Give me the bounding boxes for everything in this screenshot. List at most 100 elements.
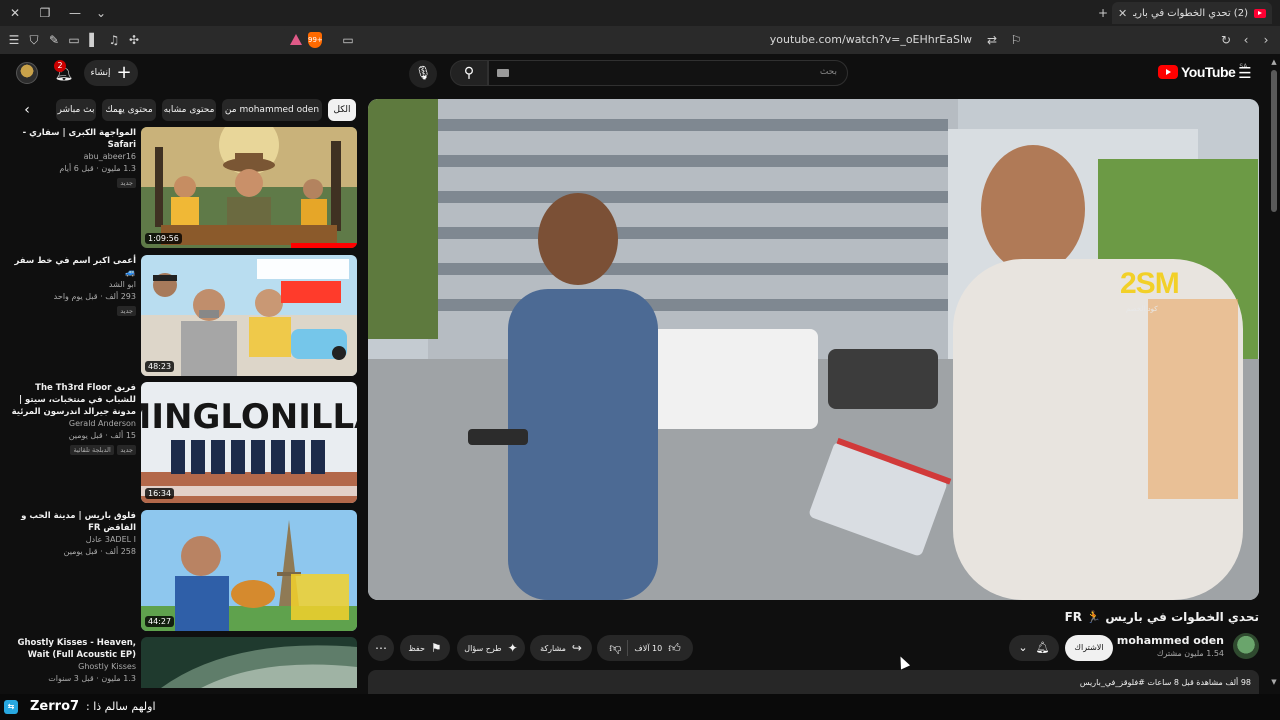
youtube-logo[interactable]: YouTube SA — [1158, 63, 1247, 80]
voice-search-mic-icon[interactable]: 🎙︎ — [409, 60, 437, 88]
tab-title: (2) تحدي الخطوات في باريس — [1133, 7, 1248, 19]
video-thumbnail[interactable]: 48:23 — [141, 255, 357, 376]
wallet-icon[interactable]: ▭ — [66, 31, 82, 49]
list-item[interactable]: 48:23 أعمى اكبر اسم في خط سفر 🚙 ابو الشد… — [0, 255, 360, 377]
bookmark-icon[interactable]: ⚐ — [1008, 31, 1024, 49]
maximize-icon[interactable]: ❐ — [36, 4, 54, 22]
puzzle-icon[interactable]: ✣ — [126, 31, 142, 49]
more-actions-button[interactable]: ⋯ — [368, 635, 394, 661]
video-meta: أعمى اكبر اسم في خط سفر 🚙 ابو الشد 293 أ… — [4, 255, 136, 316]
create-button[interactable]: + إنشاء — [84, 60, 138, 86]
brave-rewards-icon[interactable] — [290, 34, 302, 45]
list-item[interactable]: Ghostly Kisses - Heaven, Wait (Full Acou… — [0, 637, 360, 688]
chip-related[interactable]: محتوى مشابه — [162, 99, 216, 121]
save-label: حفظ — [408, 643, 425, 653]
sidebar-icon[interactable]: ▌ — [86, 31, 102, 49]
scroll-down-icon[interactable]: ▼ — [1270, 678, 1278, 686]
channel-name[interactable]: ابو الشد — [4, 279, 136, 291]
back-icon[interactable]: ‹ — [1238, 31, 1254, 49]
youtube-favicon-icon — [1254, 8, 1266, 18]
page-scrollbar[interactable]: ▲ ▼ — [1270, 58, 1278, 688]
forward-icon[interactable]: › — [1258, 31, 1274, 49]
extension-icon[interactable]: ✎ — [46, 31, 62, 49]
browser-tab-strip: ✕ ❐ — ⌄ + (2) تحدي الخطوات في باريس ✕ — [0, 0, 1280, 26]
video-duration: 16:34 — [145, 488, 175, 499]
video-stats: 258 ألف · قبل يومين — [63, 547, 136, 556]
like-icon[interactable]: 👍︎ — [668, 642, 681, 654]
search-input[interactable]: بحث — [488, 60, 848, 86]
site-settings-icon[interactable]: ⇄ — [984, 31, 1000, 49]
video-title[interactable]: أعمى اكبر اسم في خط سفر 🚙 — [4, 255, 136, 279]
channel-name[interactable]: Gerald Anderson — [4, 418, 136, 430]
ask-button[interactable]: ✦ طرح سؤال — [457, 635, 525, 661]
save-icon: ⚑ — [430, 641, 442, 655]
video-title[interactable]: فريق The Th3rd Floor للشباب في منتخبات، … — [4, 382, 136, 418]
new-badge: جديد — [117, 445, 136, 455]
menu-icon[interactable]: ☰ — [6, 31, 22, 49]
close-window-icon[interactable]: ✕ — [6, 4, 24, 22]
like-dislike-button[interactable]: 👍︎ 10 آلاف 👎︎ — [597, 635, 693, 661]
list-item[interactable]: 1:09:56 المواجهة الكبرى | سفاري - Safari… — [0, 127, 360, 249]
list-item[interactable]: 44:27 فلوق باريس | مدينة الحب و الفاقض F… — [0, 510, 360, 632]
channel-name-main[interactable]: mohammed oden — [1117, 634, 1224, 647]
thumbnail-image — [141, 637, 357, 688]
chevron-left-icon[interactable]: ‹ — [18, 101, 36, 119]
chip-from-channel[interactable]: من mohammed oden — [222, 99, 322, 121]
save-button[interactable]: ⚑ حفظ — [400, 635, 450, 661]
video-title-main: تحدي الخطوات في باريس 🏃 FR — [1064, 610, 1259, 624]
channel-avatar[interactable] — [1233, 633, 1259, 659]
notification-count-badge: 2 — [54, 60, 66, 72]
address-bar[interactable]: 99+ ▭ youtube.com/watch?v=_oEHhrEaSlw ⇄ … — [282, 29, 1034, 51]
search-button[interactable]: ⚲ — [450, 60, 488, 86]
filter-chips: ‹ بث مباشر محتوى يهمك محتوى مشابه من moh… — [14, 99, 358, 121]
account-avatar[interactable] — [16, 62, 38, 84]
chip-all[interactable]: الكل — [328, 99, 356, 121]
chevron-down-icon: ⌄ — [1018, 641, 1028, 654]
video-stats: 293 ألف · قبل يوم واحد — [53, 292, 136, 301]
youtube-masthead: 🔔︎ 2 + إنشاء 🎙︎ ⚲ بحث YouTube SA ☰ — [0, 54, 1280, 94]
search-icon: ⚲ — [463, 65, 475, 81]
scroll-up-icon[interactable]: ▲ — [1270, 58, 1278, 66]
share-button[interactable]: ↪ مشاركة — [530, 635, 592, 661]
chip-live[interactable]: بث مباشر — [56, 99, 96, 121]
video-thumbnail[interactable]: MINGLONILLA 16:34 — [141, 382, 357, 503]
guide-menu-icon[interactable]: ☰ — [1236, 64, 1254, 82]
tab-close-icon[interactable]: ✕ — [1118, 7, 1127, 20]
subscribe-button[interactable]: الاشتراك — [1065, 635, 1113, 661]
notification-toggle-button[interactable]: ⌄ 🔔︎ — [1009, 635, 1059, 661]
new-tab-icon[interactable]: + — [1094, 4, 1112, 22]
channel-name[interactable]: Ghostly Kisses — [4, 661, 136, 673]
list-item[interactable]: MINGLONILLA 16:34 فريق The Th3rd Floor ل… — [0, 382, 360, 508]
channel-name[interactable]: 3ADEL I عادل — [4, 534, 136, 546]
divider — [627, 640, 629, 656]
video-duration: 44:27 — [145, 616, 175, 627]
active-tab[interactable]: (2) تحدي الخطوات في باريس ✕ — [1112, 2, 1272, 24]
reader-mode-icon[interactable]: ▭ — [340, 31, 356, 49]
keyboard-icon[interactable] — [497, 69, 509, 77]
video-duration: 48:23 — [145, 361, 175, 372]
video-thumbnail[interactable]: 44:27 — [141, 510, 357, 631]
browser-toolbar: ☰ ⛉ ✎ ▭ ▌ ♫ ✣ 99+ ▭ youtube.com/watch?v=… — [0, 26, 1280, 54]
video-title[interactable]: فلوق باريس | مدينة الحب و الفاقض FR — [4, 510, 136, 534]
video-player[interactable]: 2SM كود الخصم — [368, 99, 1259, 600]
subscriber-count: 1.54 مليون مشترك — [1156, 649, 1224, 658]
channel-name[interactable]: abu_abeer16 — [4, 151, 136, 163]
music-icon[interactable]: ♫ — [106, 31, 122, 49]
brave-shield-icon[interactable]: 99+ — [308, 32, 323, 48]
reload-icon[interactable]: ↻ — [1218, 31, 1234, 49]
video-meta: فلوق باريس | مدينة الحب و الفاقض FR 3ADE… — [4, 510, 136, 558]
video-title[interactable]: Ghostly Kisses - Heaven, Wait (Full Acou… — [4, 637, 137, 661]
scrollbar-thumb[interactable] — [1271, 70, 1277, 212]
minimize-icon[interactable]: — — [66, 4, 84, 22]
tab-list-chevron-icon[interactable]: ⌄ — [92, 4, 110, 22]
video-thumbnail[interactable]: 1:09:56 — [141, 127, 357, 248]
shield-icon[interactable]: ⛉ — [26, 31, 42, 49]
video-title[interactable]: المواجهة الكبرى | سفاري - Safari — [4, 127, 136, 151]
stream-chat-overlay: ⇆ Zerro7 اولهم سالم ذا : — [0, 694, 1280, 720]
video-thumbnail[interactable] — [141, 637, 357, 688]
chip-for-you[interactable]: محتوى يهمك — [102, 99, 156, 121]
plus-icon: + — [116, 62, 132, 83]
dislike-icon[interactable]: 👎︎ — [609, 642, 621, 654]
auto-dubbed-badge: الدبلجة تلقائية — [70, 445, 114, 455]
thumbnail-image — [141, 127, 357, 248]
